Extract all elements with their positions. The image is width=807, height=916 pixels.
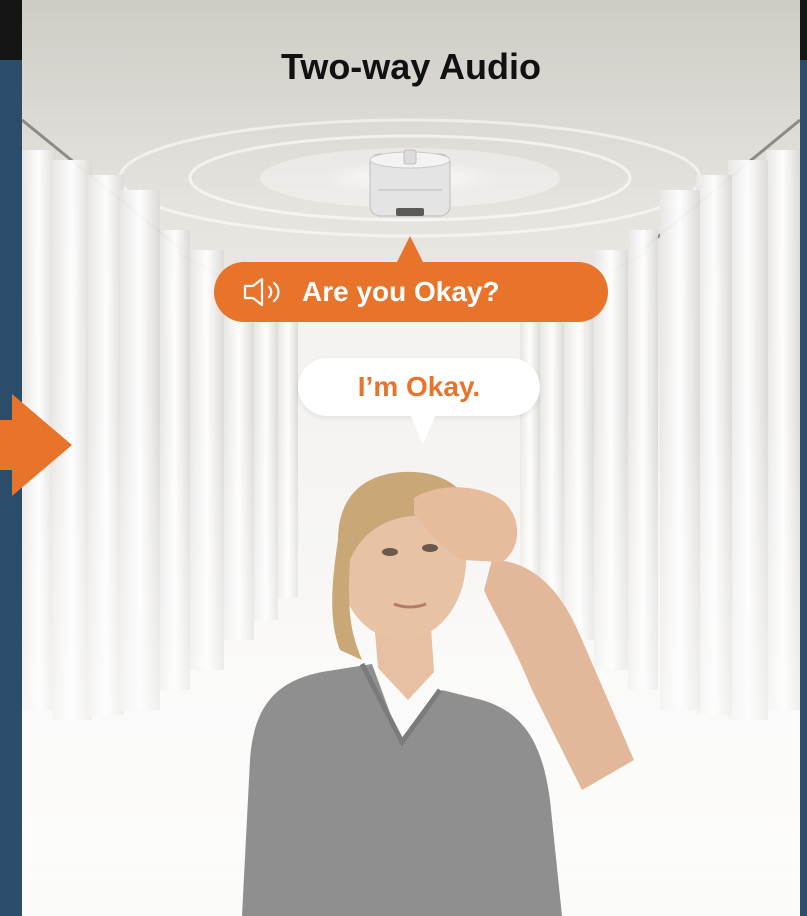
right-panel-edge bbox=[800, 60, 807, 916]
question-bubble: Are you Okay? bbox=[214, 262, 608, 322]
answer-bubble-tail bbox=[410, 414, 436, 444]
ceiling-device bbox=[369, 149, 451, 217]
question-bubble-tail bbox=[396, 236, 424, 264]
scene-illustration: Two-way Audio Are you Okay? I’m Okay. bbox=[22, 0, 800, 916]
question-text: Are you Okay? bbox=[302, 276, 500, 307]
answer-text: I’m Okay. bbox=[357, 371, 481, 402]
page-title: Two-way Audio bbox=[281, 46, 541, 87]
answer-bubble: I’m Okay. bbox=[298, 358, 540, 416]
speaker-icon bbox=[242, 276, 288, 308]
right-arrow-icon bbox=[0, 394, 72, 496]
corridor-illustration bbox=[22, 0, 800, 916]
